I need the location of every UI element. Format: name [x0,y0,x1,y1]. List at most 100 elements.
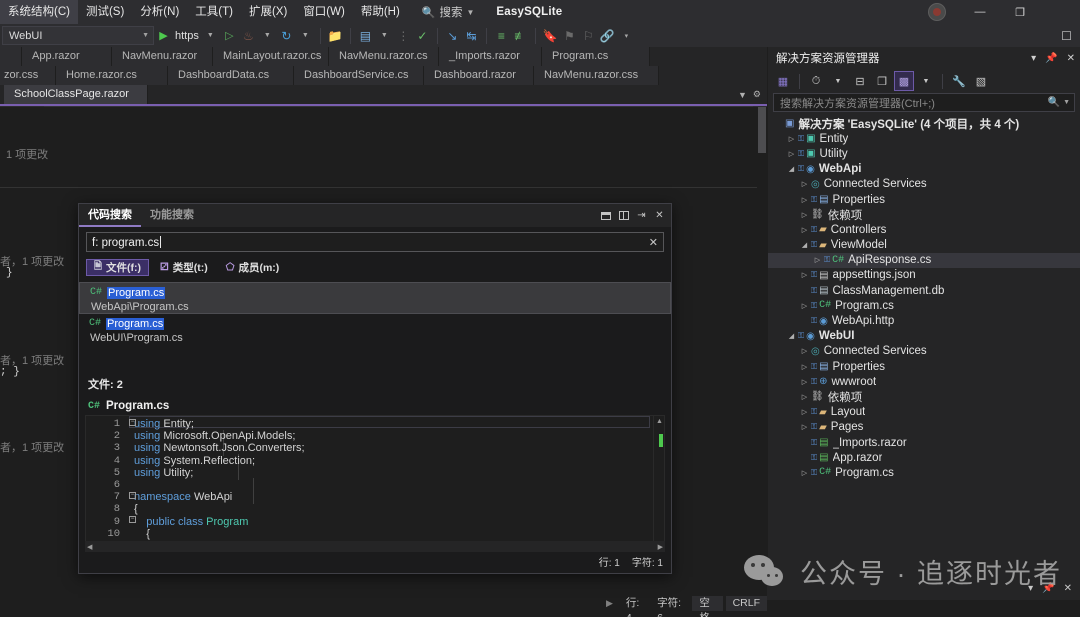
tree-node[interactable]: ▷ ⚿ C# ApiResponse.cs [768,252,1080,268]
restore-button[interactable]: ❐ [1000,0,1040,24]
bookmark-clear-icon[interactable]: 🔗 [598,25,617,46]
document-tab-active[interactable]: SchoolClassPage.razor [4,85,148,104]
collapse-all-icon[interactable]: ⊟ [850,71,870,91]
close-icon[interactable]: ✕ [1067,53,1075,64]
filter-members[interactable]: ⬠ 成员(m:) [219,259,287,276]
collapse-arrow-icon[interactable]: ▷ [798,211,811,219]
search-input[interactable]: f: program.cs [92,235,643,249]
properties-view-dropdown-icon[interactable]: ▼ [916,71,936,91]
hot-reload-dropdown-icon[interactable]: ▼ [258,25,277,46]
dock-icon[interactable]: ⇥ [635,209,648,222]
status-expand-icon[interactable]: ▶ [600,598,619,609]
close-icon[interactable]: ✕ [1064,583,1072,594]
scroll-up-icon[interactable]: ▲ [654,416,664,427]
pending-changes-icon[interactable]: ⏱ [806,71,826,91]
status-spaces[interactable]: 空格 [692,596,723,617]
collapse-arrow-icon[interactable]: ▷ [798,302,811,310]
tree-node[interactable]: ▣ 解决方案 'EasySQLite' (4 个项目，共 4 个) [768,116,1080,131]
collapse-arrow-icon[interactable]: ▷ [798,423,811,431]
tree-node[interactable]: ▷ ⚿ ▤ Properties [768,192,1080,207]
restart-icon[interactable]: ↻ [277,25,296,46]
document-tab[interactable]: App.razor [22,47,112,66]
tree-node[interactable]: ▷ ⚿ C# Program.cs [768,298,1080,313]
filter-types[interactable]: ⚂ 类型(t:) [153,259,215,276]
minimize-button[interactable]: — [960,0,1000,24]
collapse-arrow-icon[interactable]: ▷ [798,393,811,401]
tree-node[interactable]: ▷ ⚿ ▤ Properties [768,359,1080,374]
collapse-arrow-icon[interactable]: ▷ [798,363,811,371]
document-tab[interactable]: DashboardData.cs [168,66,294,85]
preview-selected-items-icon[interactable]: ▧ [971,71,991,91]
tree-node[interactable]: ▷ ⚿ ▣ Entity [768,131,1080,146]
spellcheck-icon[interactable]: ✓ [413,25,432,46]
filter-files[interactable]: 🗎 文件(f:) [86,259,150,276]
tree-node[interactable]: ⚿ ◉ WebApi.http [768,313,1080,328]
document-tab[interactable]: NavMenu.razor [112,47,213,66]
close-button[interactable] [1040,0,1080,24]
run-button[interactable]: ▶ [154,25,173,46]
tree-node[interactable]: ▷ ⚿ ▰ Controllers [768,222,1080,237]
search-result-item[interactable]: C# Program.cs WebUI\Program.cs [79,314,671,346]
tree-node[interactable]: ⚿ ▤ ClassManagement.db [768,283,1080,298]
codelens-annotation[interactable]: 者，1 项更改 [0,439,64,455]
tab-overflow-left[interactable] [0,47,22,66]
tree-node[interactable]: ◢ ⚿ ◉ WebUI [768,329,1080,344]
tree-node[interactable]: ⚿ ▤ _Imports.razor [768,435,1080,450]
tree-node[interactable]: ▷ ⚿ ▰ Layout [768,405,1080,420]
tree-node[interactable]: ◢ ⚿ ◉ WebApi [768,162,1080,177]
tab-list-dropdown-icon[interactable]: ▼ [738,90,747,100]
expand-arrow-icon[interactable]: ◢ [798,241,811,249]
document-tab[interactable]: _Imports.razor [439,47,542,66]
collapse-arrow-icon[interactable]: ▷ [785,135,798,143]
pin-icon[interactable]: 📌 [1045,53,1057,64]
clear-search-icon[interactable]: ✕ [643,236,658,249]
scroll-right-icon[interactable]: ▶ [658,543,663,551]
panel-menu-icon[interactable]: ▾ [1028,583,1033,594]
search-result-item[interactable]: C# Program.cs WebApi\Program.cs [79,282,671,314]
side-preview-icon[interactable] [617,209,630,222]
pin-icon[interactable]: 📌 [1042,583,1054,594]
menu-item-tools[interactable]: 工具(T) [187,0,241,24]
tree-node[interactable]: ▷ ⛓ 依赖项 [768,389,1080,404]
tree-node[interactable]: ⚿ ▤ App.razor [768,450,1080,465]
menu-item-architecture[interactable]: 系统结构(C) [0,0,78,24]
bookmark-next-icon[interactable]: ⚐ [579,25,598,46]
collapse-arrow-icon[interactable]: ▷ [798,196,811,204]
code-preview-pane[interactable]: 1 using Entity; 2 using Microsoft.OpenApi.M… [85,415,665,551]
collapse-arrow-icon[interactable]: ▷ [798,408,811,416]
startup-project-combo[interactable]: WebUI ▼ [2,26,154,45]
run-profile-dropdown-icon[interactable]: ▼ [201,25,220,46]
document-tab[interactable]: MainLayout.razor.cs [213,47,329,66]
window-layout-dropdown-icon[interactable]: ▼ [375,25,394,46]
tree-node[interactable]: ▷ ⛓ 依赖项 [768,207,1080,222]
document-tab[interactable]: NavMenu.razor.cs [329,47,439,66]
pending-changes-dropdown-icon[interactable]: ▼ [828,71,848,91]
step-over-icon[interactable]: ↹ [462,25,481,46]
show-all-files-icon[interactable]: ❐ [872,71,892,91]
tree-node[interactable]: ▷ ⚿ ▤ appsettings.json [768,268,1080,283]
document-tab[interactable]: DashboardService.cs [294,66,424,85]
collapse-arrow-icon[interactable]: ▷ [785,150,798,158]
collapse-arrow-icon[interactable]: ▷ [798,226,811,234]
menu-item-help[interactable]: 帮助(H) [353,0,408,24]
document-tab[interactable]: zor.css [0,66,56,85]
tree-node[interactable]: ▷ ◎ Connected Services [768,344,1080,359]
menu-item-test[interactable]: 测试(S) [78,0,132,24]
tab-code-search[interactable]: 代码搜索 [79,204,141,227]
browser-select-icon[interactable]: 📁 [326,25,345,46]
document-tab[interactable]: Program.cs [542,47,650,66]
tab-settings-icon[interactable]: ⚙ [753,89,761,100]
run-profile-label[interactable]: https [173,25,201,46]
collapse-arrow-icon[interactable]: ▷ [798,378,811,386]
chevron-down-icon[interactable]: ▼ [1063,99,1070,106]
solution-explorer-search[interactable]: 搜索解决方案资源管理器(Ctrl+;) 🔍 ▼ [773,93,1075,112]
account-avatar[interactable] [928,3,946,21]
close-icon[interactable]: ✕ [653,209,666,222]
search-input-row[interactable]: f: program.cs ✕ [86,232,664,252]
global-search-box[interactable]: 🔍 搜索 ▼ [422,4,475,20]
indent-increase-icon[interactable]: ≢ [511,25,530,46]
menu-item-extensions[interactable]: 扩展(X) [241,0,295,24]
window-layout-icon[interactable]: ▤ [356,25,375,46]
feedback-icon[interactable]: ☐ [1057,25,1076,46]
document-tab[interactable]: Home.razor.cs [56,66,168,85]
